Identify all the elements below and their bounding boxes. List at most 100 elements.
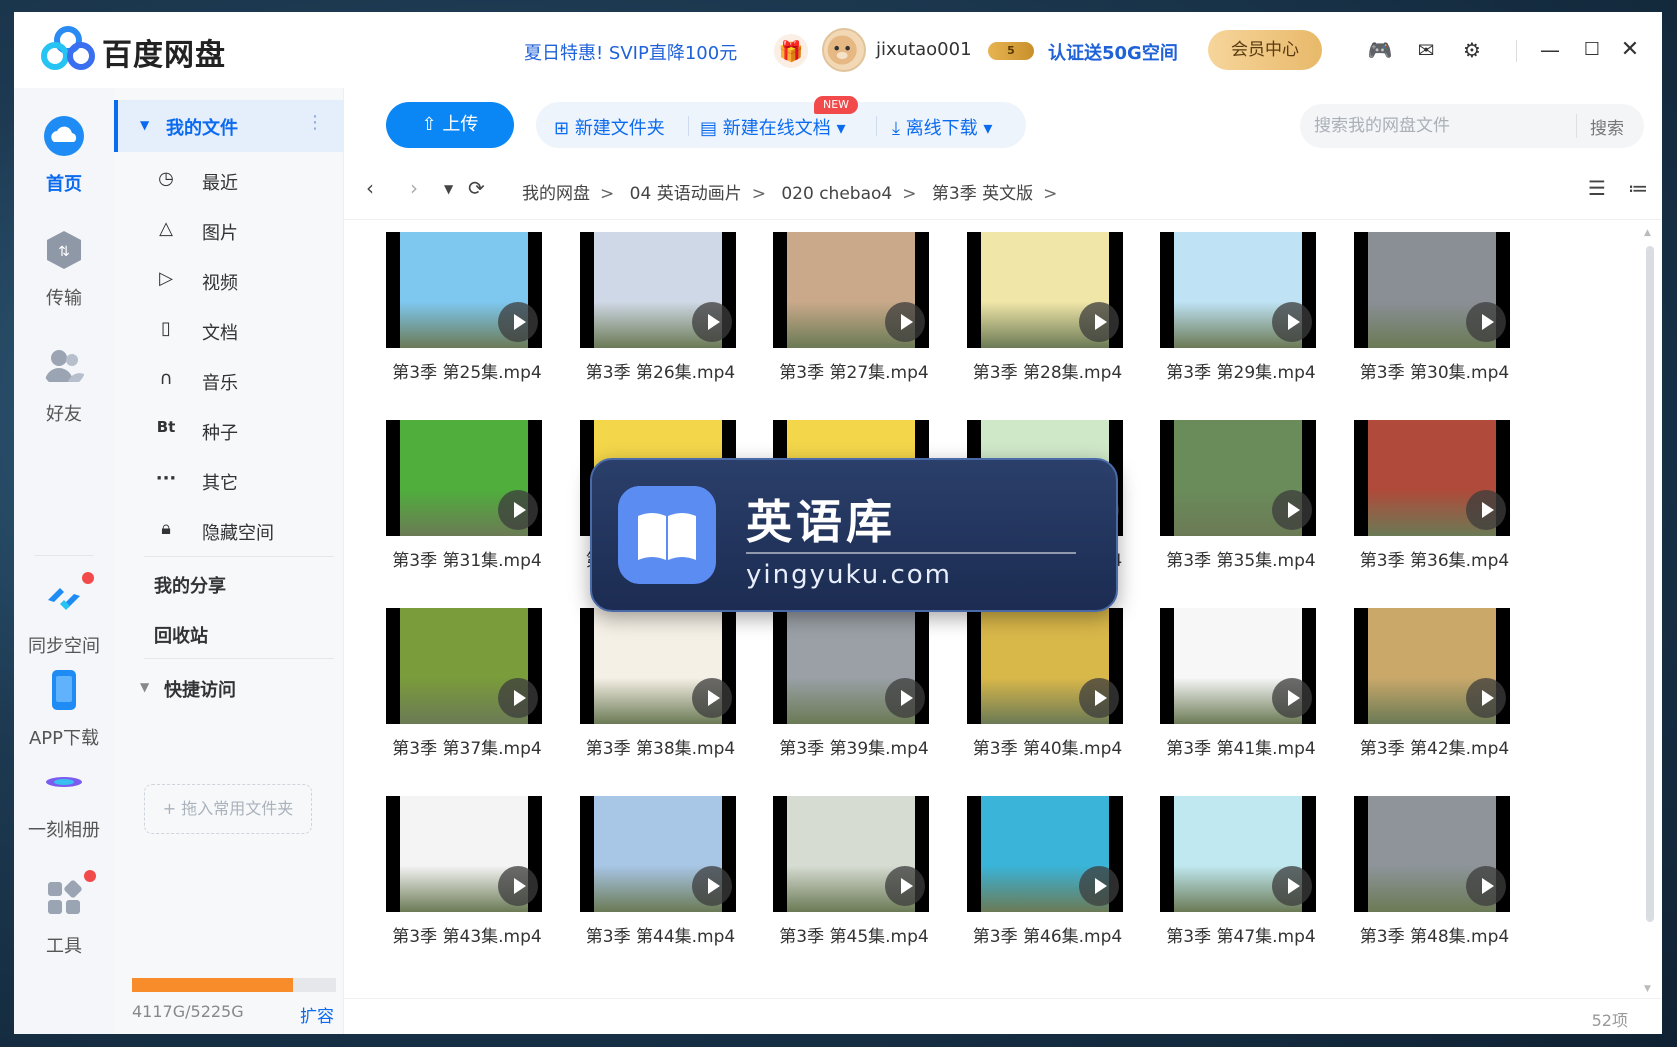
- search-button[interactable]: 搜索: [1590, 114, 1624, 139]
- rail-item-home[interactable]: 首页: [14, 114, 114, 196]
- play-icon[interactable]: [1078, 866, 1119, 906]
- play-icon[interactable]: [691, 302, 732, 342]
- video-thumbnail[interactable]: [1160, 608, 1316, 724]
- play-icon[interactable]: [1272, 866, 1312, 906]
- avatar[interactable]: [822, 28, 866, 72]
- play-icon[interactable]: [1465, 866, 1506, 906]
- play-icon[interactable]: [885, 866, 925, 906]
- recycle-bin-link[interactable]: 回收站: [154, 622, 208, 648]
- video-thumbnail[interactable]: [386, 232, 542, 348]
- play-icon[interactable]: [1078, 678, 1119, 718]
- scroll-down-icon[interactable]: ▼: [1644, 984, 1651, 994]
- breadcrumb-item[interactable]: 第3季 英文版: [932, 184, 1033, 204]
- file-card[interactable]: 第3季 第43集.mp4: [372, 784, 548, 964]
- file-card[interactable]: 第3季 第36集.mp4: [1340, 408, 1516, 588]
- play-icon[interactable]: [498, 678, 538, 718]
- file-card[interactable]: 第3季 第37集.mp4: [372, 596, 548, 776]
- kebab-menu-icon[interactable]: ⋮: [306, 112, 324, 133]
- video-thumbnail[interactable]: [579, 796, 736, 912]
- play-icon[interactable]: [498, 490, 538, 530]
- new-online-doc-button[interactable]: ▤ 新建在线文档 ▾: [700, 114, 846, 140]
- play-icon[interactable]: [1078, 302, 1119, 342]
- panel-item-torrents[interactable]: Bt 种子: [154, 410, 334, 450]
- file-card[interactable]: 第3季 第35集.mp4: [1146, 408, 1322, 588]
- rail-item-album[interactable]: 一刻相册: [14, 760, 114, 842]
- file-card[interactable]: 第3季 第39集.mp4: [759, 596, 935, 776]
- caret-down-icon[interactable]: ▼: [140, 118, 149, 132]
- scrollbar[interactable]: ▲ ▼: [1644, 228, 1656, 998]
- video-thumbnail[interactable]: [966, 608, 1123, 724]
- vip-badge[interactable]: 5: [988, 42, 1034, 60]
- gamepad-icon[interactable]: 🎮: [1364, 34, 1396, 66]
- upload-button[interactable]: ⇧ 上传: [386, 102, 514, 148]
- rail-item-app-download[interactable]: APP下载: [14, 668, 114, 750]
- panel-item-music[interactable]: ∩ 音乐: [154, 360, 334, 400]
- file-card[interactable]: 第3季 第40集.mp4: [953, 596, 1129, 776]
- file-card[interactable]: 第3季 第26集.mp4: [566, 220, 742, 400]
- file-card[interactable]: 第3季 第48集.mp4: [1340, 784, 1516, 964]
- history-dropdown-icon[interactable]: ▼: [444, 182, 453, 196]
- maximize-icon[interactable]: ☐: [1576, 34, 1608, 66]
- file-card[interactable]: 第3季 第27集.mp4: [759, 220, 935, 400]
- play-icon[interactable]: [1272, 302, 1312, 342]
- panel-item-videos[interactable]: ▷ 视频: [154, 260, 334, 300]
- forward-icon[interactable]: ›: [410, 176, 418, 200]
- video-thumbnail[interactable]: [1160, 420, 1316, 536]
- video-thumbnail[interactable]: [966, 796, 1123, 912]
- scroll-up-icon[interactable]: ▲: [1644, 228, 1651, 238]
- video-thumbnail[interactable]: [1353, 420, 1510, 536]
- settings-icon[interactable]: ⚙: [1456, 34, 1488, 66]
- breadcrumb-item[interactable]: 04 英语动画片: [630, 184, 742, 204]
- video-thumbnail[interactable]: [579, 232, 736, 348]
- mail-icon[interactable]: ✉: [1410, 34, 1442, 66]
- video-thumbnail[interactable]: [1353, 232, 1510, 348]
- video-thumbnail[interactable]: [1160, 796, 1316, 912]
- play-icon[interactable]: [691, 678, 732, 718]
- search-input[interactable]: [1314, 114, 1574, 138]
- play-icon[interactable]: [885, 678, 925, 718]
- promo-link[interactable]: 夏日特惠! SVIP直降100元: [524, 39, 737, 65]
- username[interactable]: jixutao001: [876, 39, 972, 60]
- panel-item-documents[interactable]: ▯ 文档: [154, 310, 334, 350]
- file-card[interactable]: 第3季 第41集.mp4: [1146, 596, 1322, 776]
- play-icon[interactable]: [1272, 490, 1312, 530]
- video-thumbnail[interactable]: [773, 608, 929, 724]
- list-view-icon[interactable]: ≔: [1628, 176, 1648, 200]
- panel-item-images[interactable]: △ 图片: [154, 210, 334, 250]
- offline-download-button[interactable]: ⤓ 离线下载 ▾: [892, 114, 992, 140]
- breadcrumb-item[interactable]: 我的网盘: [522, 184, 590, 204]
- rail-item-sync[interactable]: 同步空间: [14, 572, 114, 658]
- caret-down-icon[interactable]: ▼: [140, 680, 149, 694]
- rail-item-tools[interactable]: 工具: [14, 870, 114, 958]
- file-card[interactable]: 第3季 第47集.mp4: [1146, 784, 1322, 964]
- video-thumbnail[interactable]: [1160, 232, 1316, 348]
- rail-item-transfer[interactable]: ⇅ 传输: [14, 228, 114, 310]
- play-icon[interactable]: [1272, 678, 1312, 718]
- gift-icon[interactable]: 🎁: [774, 34, 808, 68]
- play-icon[interactable]: [1465, 490, 1506, 530]
- close-icon[interactable]: ✕: [1614, 34, 1646, 66]
- file-card[interactable]: 第3季 第30集.mp4: [1340, 220, 1516, 400]
- member-center-button[interactable]: 会员中心: [1208, 30, 1322, 70]
- expand-storage-link[interactable]: 扩容: [300, 1002, 334, 1027]
- certify-link[interactable]: 认证送50G空间: [1048, 39, 1178, 65]
- video-thumbnail[interactable]: [1353, 796, 1510, 912]
- panel-item-other[interactable]: ··· 其它: [154, 460, 334, 500]
- video-thumbnail[interactable]: [1353, 608, 1510, 724]
- play-icon[interactable]: [1465, 678, 1506, 718]
- add-quick-folder-dropzone[interactable]: + 拖入常用文件夹: [144, 784, 312, 834]
- video-thumbnail[interactable]: [386, 608, 542, 724]
- video-thumbnail[interactable]: [966, 232, 1123, 348]
- video-thumbnail[interactable]: [579, 608, 736, 724]
- my-files-header[interactable]: ▼ 我的文件 ⋮: [114, 100, 344, 152]
- panel-item-recent[interactable]: ◷ 最近: [154, 160, 334, 200]
- file-card[interactable]: 第3季 第29集.mp4: [1146, 220, 1322, 400]
- play-icon[interactable]: [498, 302, 538, 342]
- new-folder-button[interactable]: ⊞ 新建文件夹: [554, 114, 665, 140]
- video-thumbnail[interactable]: [773, 232, 929, 348]
- video-thumbnail[interactable]: [386, 796, 542, 912]
- scroll-thumb[interactable]: [1646, 246, 1654, 922]
- panel-item-hidden-space[interactable]: 🔒︎ 隐藏空间: [154, 510, 334, 550]
- file-card[interactable]: 第3季 第25集.mp4: [372, 220, 548, 400]
- quick-access-header[interactable]: 快捷访问: [164, 676, 236, 702]
